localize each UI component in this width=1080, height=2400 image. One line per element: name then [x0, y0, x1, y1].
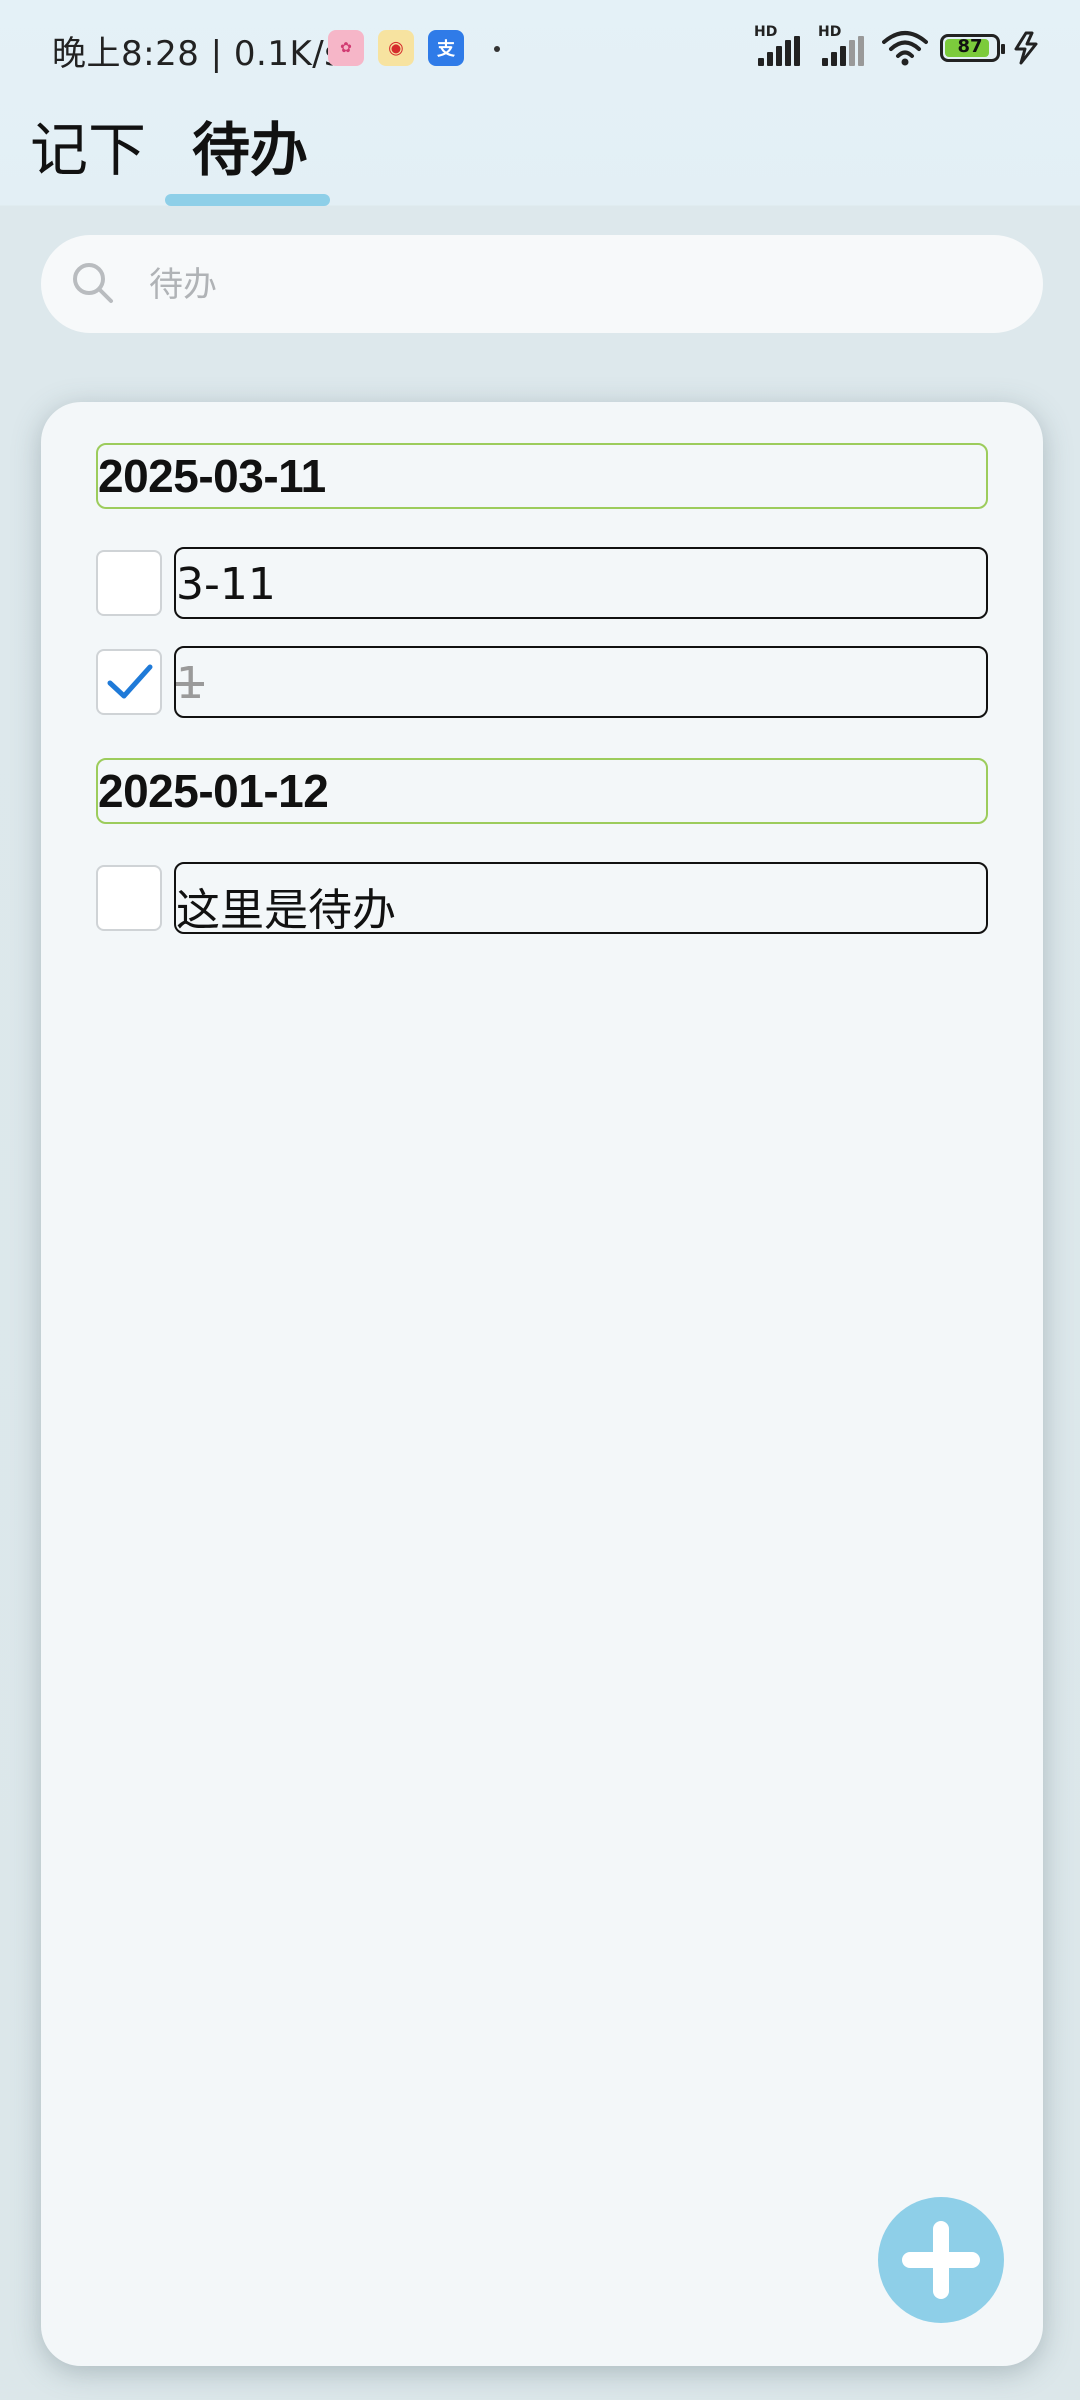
- status-bar: 晚上8:28 | 0.1K/s ✿ ◉ 支 HD HD 87: [0, 0, 1080, 96]
- charging-icon: [1014, 31, 1038, 65]
- tab-notes[interactable]: 记下: [30, 110, 146, 190]
- date-label: 2025-01-12: [98, 765, 329, 817]
- date-header[interactable]: 2025-03-11: [96, 443, 988, 509]
- date-header[interactable]: 2025-01-12: [96, 758, 988, 824]
- status-time: 晚上8:28 | 0.1K/s: [52, 34, 343, 74]
- tab-bar: 记下 待办: [0, 110, 1080, 206]
- search-bar[interactable]: [41, 235, 1043, 333]
- todo-checkbox-checked[interactable]: [96, 649, 162, 715]
- add-todo-button[interactable]: [878, 2197, 1004, 2323]
- notification-dot: [494, 46, 500, 52]
- checkmark-icon: [107, 664, 153, 699]
- battery-icon: 87: [940, 34, 1005, 62]
- todo-text-field[interactable]: 这里是待办: [174, 862, 988, 936]
- tab-indicator: [165, 194, 330, 206]
- todo-checkbox[interactable]: [96, 550, 162, 616]
- todo-text: 3-11: [176, 559, 276, 610]
- todo-item: 1: [96, 646, 988, 718]
- todo-text: 1: [176, 658, 204, 709]
- todo-card: 2025-03-11 3-11 1 2025-01-12 这里是待办: [41, 402, 1043, 2366]
- search-icon: [73, 263, 113, 303]
- date-label: 2025-03-11: [98, 450, 326, 502]
- battery-level: 87: [957, 36, 983, 57]
- todo-item: 3-11: [96, 547, 988, 619]
- signal-icon: HD: [818, 24, 870, 68]
- todo-text-field[interactable]: 3-11: [174, 547, 988, 619]
- search-input[interactable]: [147, 249, 1011, 321]
- todo-text: 这里是待办: [176, 885, 396, 936]
- status-indicators: HD HD 87: [754, 24, 1042, 68]
- alipay-icon: 支: [428, 30, 464, 66]
- signal-icon: HD: [754, 24, 806, 68]
- tab-todo[interactable]: 待办: [192, 110, 308, 190]
- todo-text-field[interactable]: 1: [174, 646, 988, 718]
- weibo-icon: ◉: [378, 30, 414, 66]
- wifi-icon: [882, 31, 928, 66]
- pink-app-icon: ✿: [328, 30, 364, 66]
- status-app-icons: ✿ ◉ 支: [328, 30, 464, 66]
- todo-item: 这里是待办: [96, 862, 988, 936]
- todo-checkbox[interactable]: [96, 865, 162, 931]
